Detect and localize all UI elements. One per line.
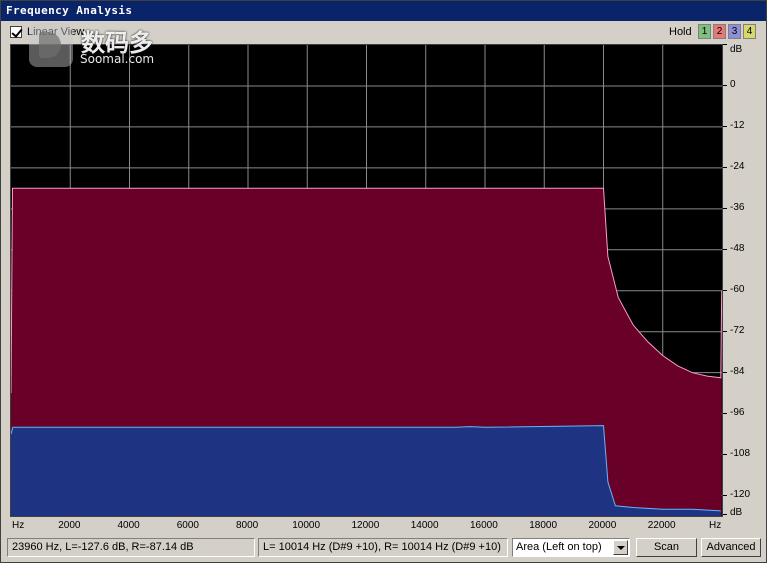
- y-tick-label: -108: [730, 447, 751, 459]
- spectrum-plot[interactable]: [10, 44, 723, 517]
- y-tick-label: -36: [730, 201, 745, 213]
- y-tick-label: -72: [730, 324, 745, 336]
- y-tick-label: -84: [730, 365, 745, 377]
- x-tick-label: 22000: [647, 520, 676, 531]
- y-tick-mark: [723, 453, 727, 455]
- title-bar[interactable]: Frequency Analysis: [1, 1, 766, 21]
- x-tick-label: 2000: [58, 520, 81, 531]
- y-tick-mark: [723, 248, 727, 250]
- x-tick-label: 14000: [410, 520, 439, 531]
- y-tick-mark: [723, 514, 727, 515]
- y-tick-label: dB: [730, 44, 743, 55]
- y-tick-mark: [723, 84, 727, 86]
- y-tick-label: dB: [730, 507, 743, 518]
- advanced-button[interactable]: Advanced: [701, 538, 761, 557]
- soomal-logo-icon: [29, 23, 73, 67]
- linear-view-checkbox[interactable]: [10, 26, 22, 38]
- y-axis-db: dB 0 -12 -24 -36 -48 -60 -72 -84 -96 -108 -120 dB: [723, 44, 767, 518]
- y-tick-mark: [723, 412, 727, 414]
- y-tick-label: -12: [730, 119, 745, 131]
- y-tick-mark: [723, 330, 727, 332]
- cursor-readout: 23960 Hz, L=-127.6 dB, R=-87.14 dB: [7, 538, 255, 557]
- x-tick-label: 16000: [470, 520, 498, 531]
- y-tick-mark: [723, 125, 727, 127]
- hold-button-4[interactable]: 4: [743, 24, 756, 39]
- y-tick-mark: [723, 289, 727, 291]
- watermark-url: Soomal.com: [80, 52, 155, 66]
- y-tick-mark: [723, 371, 727, 373]
- y-tick-mark: [723, 44, 727, 45]
- x-axis-hz: Hz 2000 4000 6000 8000 10000 12000 14000 16000 18…: [10, 517, 723, 533]
- x-tick-label: 12000: [351, 520, 380, 531]
- y-tick-label: -120: [730, 488, 751, 500]
- x-tick-label: 18000: [529, 520, 558, 531]
- hold-button-2[interactable]: 2: [713, 24, 726, 39]
- view-mode-select[interactable]: Area (Left on top): [512, 538, 630, 557]
- x-tick-label: Hz: [12, 520, 25, 531]
- x-tick-label: 10000: [292, 520, 321, 531]
- y-tick-label: -24: [730, 160, 745, 172]
- y-tick-label: -96: [730, 406, 745, 418]
- frequency-analysis-window: Frequency Analysis Linear View Hold 1 2 …: [0, 0, 767, 563]
- x-tick-label: Hz: [709, 520, 722, 531]
- peak-readout: L= 10014 Hz (D#9 +10), R= 10014 Hz (D#9 …: [258, 538, 508, 557]
- y-tick-mark: [723, 166, 727, 168]
- x-tick-label: 8000: [236, 520, 259, 531]
- y-tick-mark: [723, 494, 727, 496]
- y-tick-label: 0: [730, 78, 736, 90]
- x-tick-label: 4000: [117, 520, 140, 531]
- hold-label: Hold: [669, 26, 692, 38]
- x-tick-label: 6000: [176, 520, 199, 531]
- chevron-down-icon[interactable]: [613, 540, 628, 555]
- scan-button[interactable]: Scan: [636, 538, 697, 557]
- x-tick-label: 20000: [588, 520, 617, 531]
- y-tick-label: -48: [730, 242, 745, 254]
- hold-button-3[interactable]: 3: [728, 24, 741, 39]
- window-title: Frequency Analysis: [6, 4, 133, 17]
- spectrum-chart: [11, 45, 722, 516]
- view-mode-value: Area (Left on top): [516, 541, 602, 553]
- hold-button-1[interactable]: 1: [698, 24, 711, 39]
- y-tick-label: -60: [730, 283, 745, 295]
- y-tick-mark: [723, 207, 727, 209]
